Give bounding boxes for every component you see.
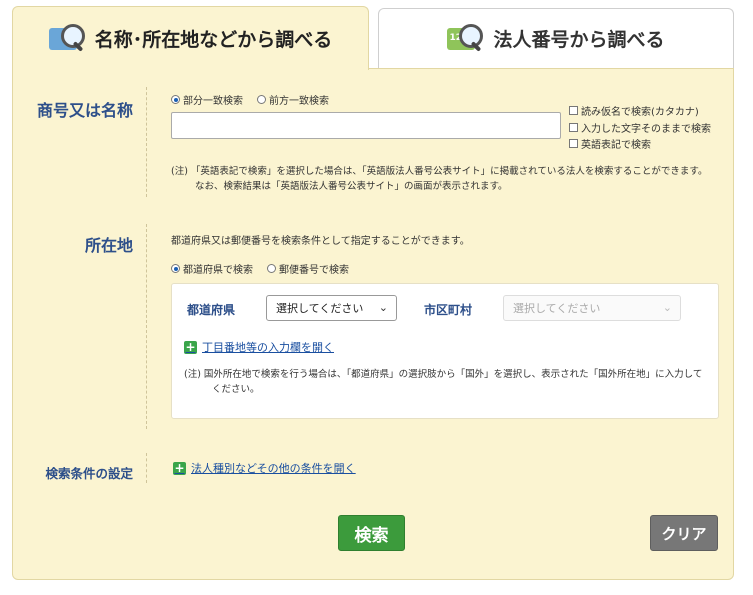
checkbox-label: 英語表記で検索 bbox=[581, 140, 651, 151]
chevron-down-icon: ⌄ bbox=[662, 301, 672, 314]
conditions-section-label: 検索条件の設定 bbox=[45, 466, 133, 481]
link-text[interactable]: 丁目番地等の入力欄を開く bbox=[202, 339, 334, 355]
radio-label: 前方一致検索 bbox=[269, 96, 329, 107]
location-note-2: ください。 bbox=[212, 384, 260, 395]
plus-icon: + bbox=[184, 339, 197, 354]
radio-label: 都道府県で検索 bbox=[183, 265, 253, 276]
location-inputs-box: 都道府県 選択してください ⌄ 市区町村 選択してください ⌄ + 丁目番地等の… bbox=[171, 283, 719, 419]
location-description: 都道府県又は郵便番号を検索条件として指定することができます。 bbox=[171, 236, 470, 247]
search-number-icon: 1234 bbox=[447, 23, 484, 54]
city-label: 市区町村 bbox=[424, 303, 473, 317]
plus-icon: + bbox=[173, 460, 186, 475]
checkbox-label: 読み仮名で検索(カタカナ) bbox=[581, 107, 699, 118]
name-note-1: (注) 「英語表記で検索」を選択した場合は、「英語版法人番号公表サイト」に掲載さ… bbox=[171, 166, 708, 177]
checkbox[interactable] bbox=[569, 123, 578, 132]
select-value: 選択してください bbox=[276, 302, 364, 315]
search-form-panel: 商号又は名称 部分一致検索 前方一致検索 読み仮名で検索(カタカナ) 入力した文… bbox=[12, 68, 734, 580]
match-type-radios: 部分一致検索 前方一致検索 bbox=[171, 92, 343, 107]
radio-button[interactable] bbox=[171, 95, 180, 104]
search-button[interactable]: 検索 bbox=[338, 515, 405, 551]
tab-label: 法人番号から調べる bbox=[493, 29, 665, 51]
radio-button[interactable] bbox=[257, 95, 266, 104]
checkbox[interactable] bbox=[569, 139, 578, 148]
name-input[interactable] bbox=[171, 112, 561, 139]
radio-button[interactable] bbox=[171, 264, 180, 273]
location-note-1: (注) 国外所在地で検索を行う場合は、「都道府県」の選択肢から「国外」を選択し、… bbox=[184, 369, 703, 380]
name-note-2: なお、検索結果は「英語版法人番号公表サイト」の画面が表示されます。 bbox=[195, 181, 508, 192]
tab-label: 名称･所在地などから調べる bbox=[94, 29, 333, 51]
checkbox-label: 入力した文字そのままで検索 bbox=[581, 124, 711, 135]
city-select[interactable]: 選択してください ⌄ bbox=[503, 295, 681, 321]
name-section-label: 商号又は名称 bbox=[36, 101, 133, 120]
radio-label: 郵便番号で検索 bbox=[279, 265, 349, 276]
open-conditions-link[interactable]: + 法人種別などその他の条件を開く bbox=[173, 460, 356, 476]
radio-prefecture[interactable]: 都道府県で検索 bbox=[171, 261, 253, 276]
open-address-link[interactable]: + 丁目番地等の入力欄を開く bbox=[184, 339, 334, 355]
radio-postal-code[interactable]: 郵便番号で検索 bbox=[267, 261, 349, 276]
radio-prefix-match[interactable]: 前方一致検索 bbox=[257, 92, 329, 107]
checkbox-kana[interactable]: 読み仮名で検索(カタカナ) bbox=[569, 103, 699, 118]
radio-label: 部分一致検索 bbox=[183, 96, 243, 107]
tab-name-location[interactable]: 名称･所在地などから調べる bbox=[12, 6, 369, 70]
chevron-down-icon: ⌄ bbox=[378, 301, 388, 314]
checkbox-english[interactable]: 英語表記で検索 bbox=[569, 136, 651, 151]
prefecture-select[interactable]: 選択してください ⌄ bbox=[266, 295, 397, 321]
checkbox[interactable] bbox=[569, 106, 578, 115]
search-tabs: 名称･所在地などから調べる 1234 法人番号から調べる bbox=[12, 6, 734, 70]
checkbox-exact[interactable]: 入力した文字そのままで検索 bbox=[569, 120, 711, 135]
search-name-icon bbox=[48, 23, 85, 54]
section-divider bbox=[146, 453, 147, 483]
clear-button[interactable]: クリア bbox=[650, 515, 718, 551]
select-value: 選択してください bbox=[513, 302, 601, 315]
section-divider bbox=[146, 87, 147, 197]
radio-partial-match[interactable]: 部分一致検索 bbox=[171, 92, 243, 107]
prefecture-label: 都道府県 bbox=[187, 303, 236, 317]
link-text[interactable]: 法人種別などその他の条件を開く bbox=[191, 460, 356, 476]
location-section-label: 所在地 bbox=[84, 236, 133, 255]
section-divider bbox=[146, 224, 147, 429]
tab-corporate-number[interactable]: 1234 法人番号から調べる bbox=[378, 8, 734, 68]
radio-button[interactable] bbox=[267, 264, 276, 273]
location-type-radios: 都道府県で検索 郵便番号で検索 bbox=[171, 261, 363, 276]
